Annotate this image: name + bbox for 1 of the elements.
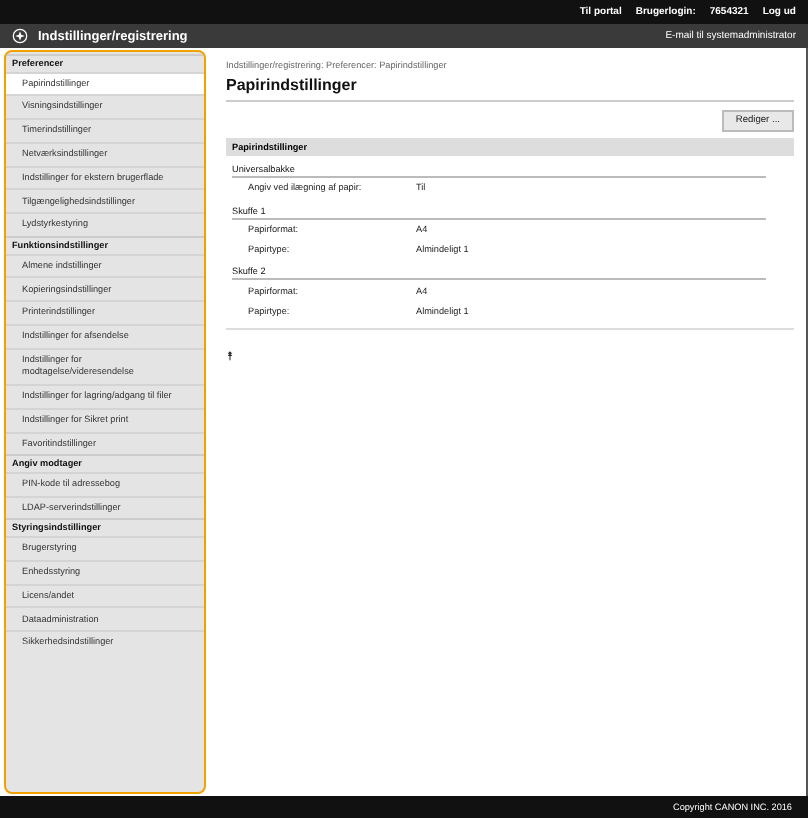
content-title: Papirindstillinger	[226, 76, 794, 102]
